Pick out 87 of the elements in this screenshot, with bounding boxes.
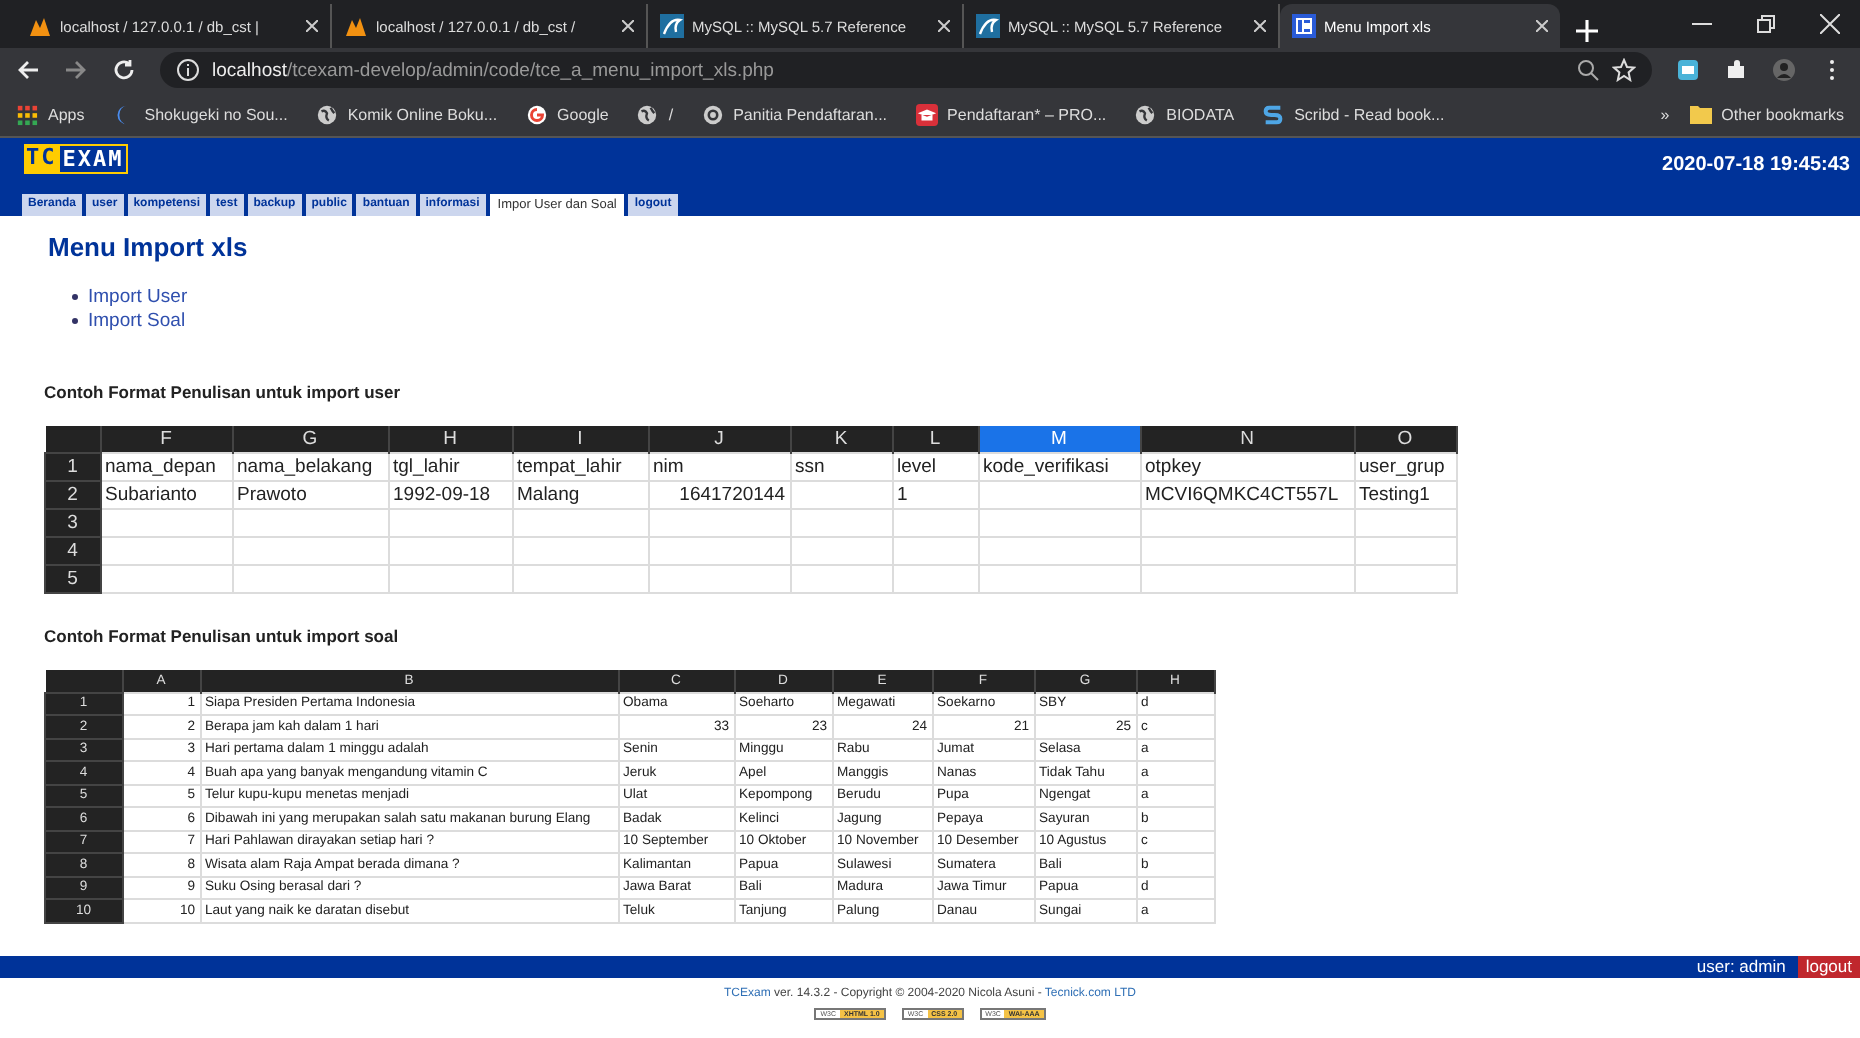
table-cell: otpkey: [1140, 453, 1354, 481]
close-icon[interactable]: [1820, 14, 1840, 34]
close-icon[interactable]: [1536, 20, 1548, 32]
sail-icon: [344, 14, 368, 38]
table-cell: tempat_lahir: [512, 453, 648, 481]
table-cell: nama_belakang: [232, 453, 388, 481]
table-cell: user_grup: [1354, 453, 1456, 481]
dolphin-icon: [660, 14, 684, 38]
other-bookmarks-folder[interactable]: Other bookmarks: [1689, 104, 1844, 124]
google-icon: [525, 103, 548, 125]
globe-icon: [315, 103, 338, 125]
logout-button[interactable]: logout: [1797, 955, 1860, 977]
more-bookmarks-button[interactable]: »: [1660, 105, 1670, 123]
table-cell: nim: [648, 453, 790, 481]
close-icon[interactable]: [938, 20, 950, 32]
bookmark[interactable]: Panitia Pendaftaran...: [701, 103, 888, 125]
table-cell: MCVI6QMKC4CT557L: [1140, 481, 1354, 509]
row-header[interactable]: 4: [45, 537, 100, 565]
seal-icon: [701, 103, 724, 125]
folder-icon: [1689, 104, 1712, 124]
graduation-cap-icon: [915, 103, 938, 125]
user-label: user: admin: [1696, 956, 1788, 976]
bookmark[interactable]: Scribd - Read book...: [1262, 103, 1445, 125]
column-header[interactable]: L: [892, 426, 978, 453]
sail-icon: [28, 14, 52, 38]
back-icon[interactable]: [16, 58, 40, 82]
close-icon[interactable]: [306, 20, 318, 32]
star-icon[interactable]: [1612, 58, 1636, 82]
bookmark[interactable]: Google: [525, 103, 609, 125]
column-header[interactable]: F: [100, 426, 232, 453]
section-heading: Contoh Format Penulisan untuk import soal: [44, 626, 401, 646]
te-icon: [1292, 14, 1316, 38]
zoom-icon[interactable]: [1576, 58, 1600, 82]
bookmark[interactable]: /: [636, 103, 674, 125]
column-header[interactable]: O: [1354, 426, 1456, 453]
row-header[interactable]: 1: [45, 453, 100, 481]
address-bar[interactable]: localhost/tcexam-develop/admin/code/tce_a_menu_import_xls.php: [160, 52, 1652, 88]
bookmark[interactable]: Pendaftaran* – PRO...: [915, 103, 1107, 125]
bookmark[interactable]: Apps: [16, 103, 85, 125]
new-tab-icon[interactable]: [1576, 20, 1598, 42]
row-header[interactable]: 2: [45, 481, 100, 509]
forward-icon[interactable]: [64, 58, 88, 82]
avatar-icon[interactable]: [1772, 58, 1796, 82]
column-header[interactable]: H: [388, 426, 512, 453]
bullet-icon: [72, 294, 78, 300]
column-header[interactable]: I: [512, 426, 648, 453]
table-cell: nama_depan: [100, 453, 232, 481]
puzzle-icon[interactable]: [1724, 58, 1748, 82]
table-cell: ssn: [790, 453, 892, 481]
bookmark[interactable]: BIODATA: [1134, 103, 1235, 125]
table-cell: 1641720144: [648, 481, 790, 509]
globe-icon: [1134, 103, 1157, 125]
table-cell: Testing1: [1354, 481, 1456, 509]
row-header[interactable]: 5: [45, 565, 100, 593]
globe-icon: [636, 103, 659, 125]
table-cell: tgl_lahir: [388, 453, 512, 481]
page-title: Menu Import xls: [48, 232, 250, 262]
column-header[interactable]: J: [648, 426, 790, 453]
dolphin-icon: [976, 14, 1000, 38]
bullet-icon: [72, 318, 78, 324]
import-link[interactable]: Import Soal: [88, 310, 186, 332]
table-cell: 1992-09-18: [388, 481, 512, 509]
close-icon[interactable]: [1254, 20, 1266, 32]
table-cell: 1: [892, 481, 978, 509]
datetime: 2020-07-18 19:45:43: [1662, 154, 1850, 176]
import-link[interactable]: Import User: [88, 286, 188, 308]
s-logo-icon: [1262, 103, 1285, 125]
table-cell: Malang: [512, 481, 648, 509]
column-header[interactable]: G: [232, 426, 388, 453]
reload-icon[interactable]: [112, 58, 136, 82]
info-icon[interactable]: [176, 58, 200, 82]
column-header[interactable]: N: [1140, 426, 1354, 453]
table-cell: Prawoto: [232, 481, 388, 509]
table-cell: kode_verifikasi: [978, 453, 1140, 481]
close-icon[interactable]: [622, 20, 634, 32]
table-cell: Subarianto: [100, 481, 232, 509]
extension-icon[interactable]: [1676, 58, 1700, 82]
bookmark[interactable]: Shokugeki no Sou...: [112, 103, 288, 125]
bookmark[interactable]: Komik Online Boku...: [315, 103, 498, 125]
restore-icon[interactable]: [1756, 14, 1776, 34]
apps-grid-icon: [16, 103, 38, 125]
table-cell: level: [892, 453, 978, 481]
section-heading: Contoh Format Penulisan untuk import user: [44, 382, 403, 402]
row-header[interactable]: 3: [45, 509, 100, 537]
column-header[interactable]: M: [978, 426, 1140, 453]
column-header[interactable]: K: [790, 426, 892, 453]
tcexam-logo: TC EXAM: [24, 144, 128, 174]
